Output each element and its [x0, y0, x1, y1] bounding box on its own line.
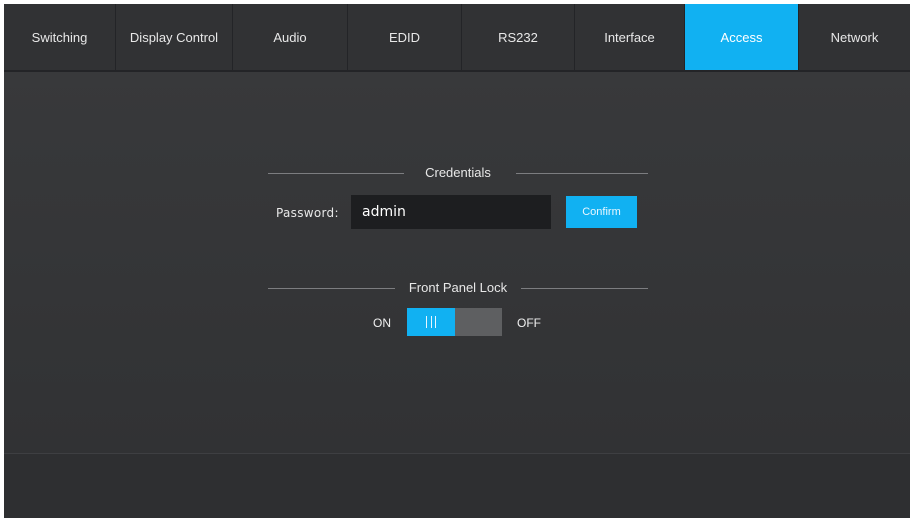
tab-access[interactable]: Access [685, 4, 799, 70]
grip-icon [426, 316, 436, 328]
credentials-header: Credentials [268, 164, 648, 182]
app-frame: Switching Display Control Audio EDID RS2… [4, 4, 910, 518]
tab-bar: Switching Display Control Audio EDID RS2… [4, 4, 910, 72]
password-label: Password: [276, 206, 339, 220]
toggle-on-label: ON [373, 316, 391, 330]
footer-bar [4, 453, 910, 518]
tab-interface[interactable]: Interface [575, 4, 685, 70]
toggle-off-label: OFF [517, 316, 541, 330]
tab-switching[interactable]: Switching [4, 4, 116, 70]
tab-edid[interactable]: EDID [348, 4, 462, 70]
tab-network[interactable]: Network [799, 4, 910, 70]
confirm-button[interactable]: Confirm [566, 196, 637, 228]
toggle-knob[interactable] [407, 308, 455, 336]
front-panel-lock-header: Front Panel Lock [268, 279, 648, 297]
credentials-title: Credentials [425, 165, 491, 180]
tab-audio[interactable]: Audio [233, 4, 348, 70]
tab-display-control[interactable]: Display Control [116, 4, 233, 70]
password-input[interactable] [351, 195, 551, 229]
tab-rs232[interactable]: RS232 [462, 4, 575, 70]
front-panel-lock-toggle[interactable] [407, 308, 502, 336]
front-panel-lock-title: Front Panel Lock [408, 280, 508, 295]
main-panel [4, 72, 910, 453]
